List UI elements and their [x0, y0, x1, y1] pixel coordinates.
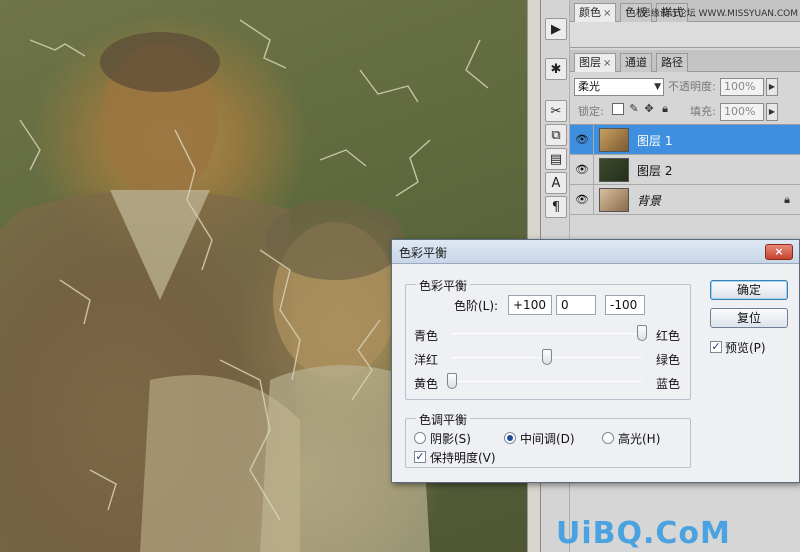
tab-color-label: 颜色 [579, 6, 601, 19]
tab-close-icon[interactable]: × [603, 8, 611, 19]
lock-transparent-icon[interactable] [612, 103, 624, 115]
blend-row: 柔光 ▼ 不透明度: 100% ▶ [570, 75, 800, 99]
lock-position-icon[interactable]: ✥ [643, 103, 655, 115]
level-magenta-green-input[interactable]: 0 [556, 295, 596, 315]
opacity-label: 不透明度: [668, 80, 716, 93]
clone-source-icon[interactable]: ⧉ [545, 124, 567, 146]
tab-channels-label: 通道 [625, 56, 647, 69]
slider-thumb[interactable] [447, 373, 457, 389]
preserve-luminosity-checkbox[interactable]: ✓ [414, 451, 426, 463]
preset-glyph: ▤ [549, 151, 563, 167]
eye-icon[interactable]: 👁︎ [575, 193, 589, 207]
opacity-arrow-icon[interactable]: ▶ [766, 78, 778, 96]
highlights-label[interactable]: 高光(H) [618, 430, 660, 447]
tab-close-icon[interactable]: × [603, 58, 611, 69]
lock-icon: 🔒︎ [784, 193, 790, 206]
tools-cross-icon[interactable]: ✂ [545, 100, 567, 122]
character-icon[interactable]: A [545, 172, 567, 194]
brush-settings-icon[interactable]: ✱ [545, 58, 567, 80]
layer-row-background[interactable]: 👁︎ 背景 🔒︎ [570, 185, 800, 215]
tools-glyph: ✂ [550, 103, 562, 119]
tab-paths-label: 路径 [661, 56, 683, 69]
lock-all-icon[interactable]: 🔒︎ [659, 103, 671, 115]
play-glyph: ▶ [551, 21, 561, 37]
chevron-down-icon: ▼ [654, 82, 661, 92]
highlights-radio[interactable] [602, 432, 614, 444]
slider-right-label: 绿色 [656, 353, 681, 367]
reset-button[interactable]: 复位 [710, 308, 788, 328]
midtones-radio[interactable] [504, 432, 516, 444]
slider-thumb[interactable] [542, 349, 552, 365]
slider-right-label: 红色 [656, 329, 681, 343]
brush-glyph: ✱ [550, 61, 562, 77]
lock-pixels-icon[interactable]: ✎ [628, 103, 640, 115]
tab-paths[interactable]: 路径 [656, 53, 688, 72]
preview-label[interactable]: 预览(P) [725, 339, 766, 356]
watermark-text: UiBQ.CoM [556, 516, 731, 551]
cyan-red-slider[interactable] [452, 333, 642, 334]
character-glyph: A [551, 175, 561, 191]
fill-field[interactable]: 100% [720, 103, 764, 121]
dialog-titlebar[interactable]: 色彩平衡 × [392, 240, 799, 264]
level-yellow-blue-input[interactable]: -100 [605, 295, 645, 315]
yellow-blue-slider[interactable] [452, 381, 642, 382]
slider-right-label: 蓝色 [656, 377, 681, 391]
lock-row: 锁定: ✎ ✥ 🔒︎ 填充: 100% ▶ [570, 100, 800, 124]
shadows-label[interactable]: 阴影(S) [430, 430, 471, 447]
layer-row-2[interactable]: 👁︎ 图层 2 [570, 155, 800, 185]
ok-button[interactable]: 确定 [710, 280, 788, 300]
blend-mode-value: 柔光 [578, 80, 600, 93]
layer-name[interactable]: 图层 2 [637, 162, 672, 179]
layer-thumbnail [599, 188, 629, 212]
color-panel-tabs: 颜色 × 色板 样式 思缘设计论坛 WWW.MISSYUAN.COM [570, 0, 800, 22]
tab-color[interactable]: 颜色 × [574, 3, 617, 22]
preview-checkbox[interactable]: ✓ [710, 341, 722, 353]
group-title: 色调平衡 [416, 411, 471, 428]
layers-panel-tabs: 图层 × 通道 路径 [570, 50, 800, 72]
midtones-label[interactable]: 中间调(D) [520, 430, 575, 447]
tab-layers[interactable]: 图层 × [574, 53, 617, 72]
paragraph-icon[interactable]: ¶ [545, 196, 567, 218]
fill-arrow-icon[interactable]: ▶ [766, 103, 778, 121]
color-panel-body [570, 22, 800, 48]
close-button[interactable]: × [765, 244, 793, 260]
tab-layers-label: 图层 [579, 56, 601, 69]
layer-thumbnail [599, 158, 629, 182]
lock-label: 锁定: [578, 105, 604, 118]
play-icon[interactable]: ▶ [545, 18, 567, 40]
tab-channels[interactable]: 通道 [620, 53, 652, 72]
eye-icon[interactable]: 👁︎ [575, 133, 589, 147]
slider-left-label: 青色 [414, 329, 439, 343]
level-cyan-red-input[interactable]: +100 [508, 295, 552, 315]
slider-thumb[interactable] [637, 325, 647, 341]
tool-preset-icon[interactable]: ▤ [545, 148, 567, 170]
preserve-luminosity-label[interactable]: 保持明度(V) [430, 449, 496, 466]
layer-name[interactable]: 背景 [637, 192, 661, 209]
clone-glyph: ⧉ [551, 127, 561, 143]
color-balance-group: 色彩平衡 色阶(L): +100 0 -100 青色 红色 洋红 绿色 黄色 蓝… [405, 277, 691, 400]
levels-label: 色阶(L): [454, 299, 499, 313]
eye-icon[interactable]: 👁︎ [575, 163, 589, 177]
site-credit: 思缘设计论坛 WWW.MISSYUAN.COM [641, 9, 798, 19]
color-balance-dialog: 色彩平衡 × 色彩平衡 色阶(L): +100 0 -100 青色 红色 洋红 … [391, 239, 800, 483]
layer-name[interactable]: 图层 1 [637, 132, 672, 149]
fill-label: 填充: [690, 105, 716, 118]
dialog-title: 色彩平衡 [399, 246, 448, 260]
shadows-radio[interactable] [414, 432, 426, 444]
tone-balance-group: 色调平衡 阴影(S) 中间调(D) 高光(H) ✓ 保持明度(V) [405, 411, 691, 468]
group-title: 色彩平衡 [416, 277, 471, 294]
blend-mode-select[interactable]: 柔光 ▼ [574, 78, 664, 96]
layer-thumbnail [599, 128, 629, 152]
opacity-field[interactable]: 100% [720, 78, 764, 96]
slider-left-label: 黄色 [414, 377, 439, 391]
layer-row-1[interactable]: 👁︎ 图层 1 [570, 125, 800, 155]
paragraph-glyph: ¶ [551, 199, 561, 215]
slider-left-label: 洋红 [414, 353, 439, 367]
